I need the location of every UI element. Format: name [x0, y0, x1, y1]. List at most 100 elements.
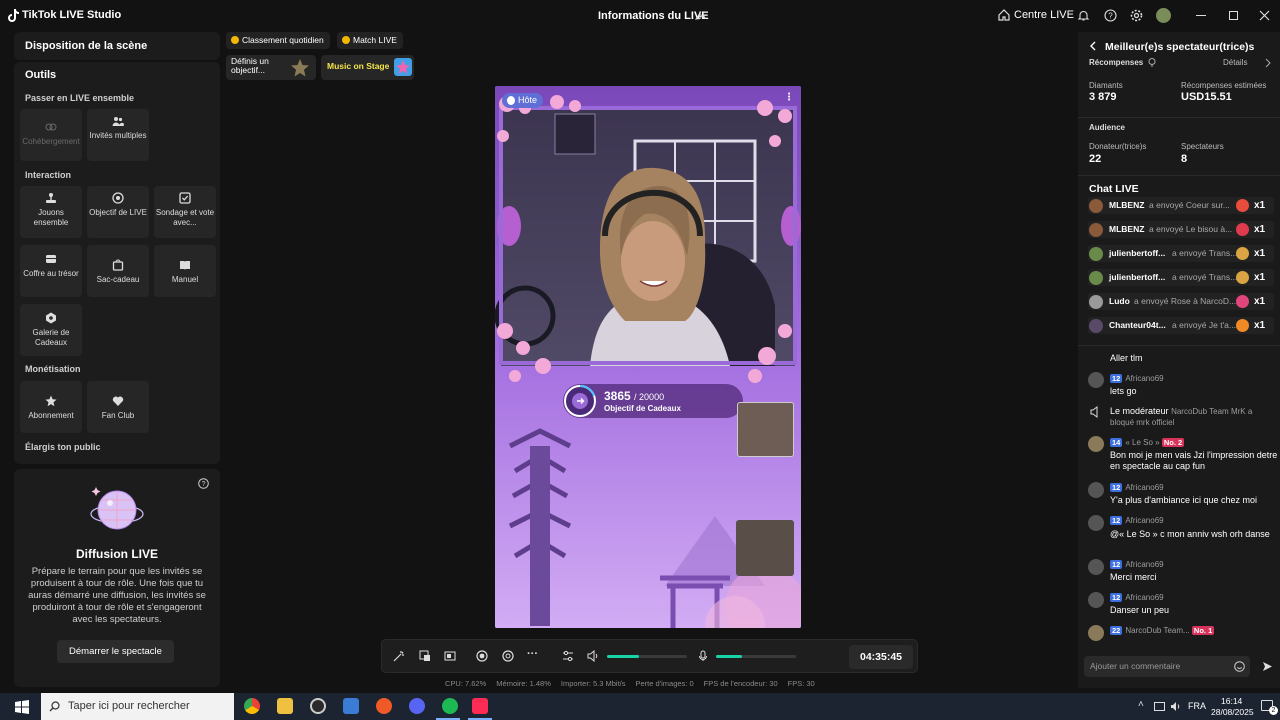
guest-video-2[interactable] — [736, 520, 794, 576]
more-icon[interactable]: ⋮ — [784, 92, 794, 103]
chat-username[interactable]: Africano69 — [1125, 593, 1163, 602]
details-link[interactable]: Détails — [1223, 58, 1247, 67]
volume-icon[interactable] — [1170, 701, 1181, 712]
avatar — [1089, 223, 1103, 237]
layout-icon[interactable] — [444, 650, 456, 662]
speaker-icon[interactable] — [587, 650, 599, 662]
obs-icon[interactable] — [310, 698, 326, 714]
stat-fps: FPS: 30 — [787, 679, 815, 688]
gift-user: MLBENZ — [1109, 200, 1145, 210]
gift-icon — [1236, 271, 1249, 284]
tool-fan-club-label: Fan Club — [101, 411, 135, 420]
chevron-right-icon[interactable] — [1265, 58, 1271, 68]
start-show-button[interactable]: Démarrer le spectacle — [57, 640, 174, 663]
help-icon[interactable]: ? — [198, 478, 209, 489]
tool-cohost[interactable]: Cohébergement — [20, 109, 82, 161]
store-icon[interactable] — [343, 698, 359, 714]
live-info-title[interactable]: Informations du LIVE — [598, 10, 709, 22]
more-options-icon[interactable]: ··· — [527, 648, 538, 660]
moderator-icon — [1090, 406, 1098, 418]
gift-goal-widget: 3865 / 20000 Objectif de Cadeaux — [563, 384, 743, 418]
right-panel: Meilleur(e)s spectateur(trice)s Récompen… — [1078, 32, 1280, 688]
trophy-icon — [291, 59, 309, 77]
chat-username[interactable]: Africano69 — [1125, 374, 1163, 383]
chat-message: Y'a plus d'ambiance ici que chez moi — [1110, 495, 1258, 505]
tiktok-studio-icon[interactable] — [472, 698, 488, 714]
tool-gift-bag[interactable]: Sac-cadeau — [87, 245, 149, 297]
windows-start-icon[interactable] — [15, 700, 29, 714]
record-icon[interactable] — [476, 650, 488, 662]
network-icon[interactable] — [1154, 702, 1165, 711]
effects-icon[interactable] — [419, 650, 431, 662]
volume-fill — [607, 655, 639, 658]
avatar[interactable] — [1156, 8, 1171, 23]
avatar — [1089, 271, 1103, 285]
rank-badge: No. 2 — [1161, 438, 1185, 447]
emoji-icon[interactable] — [1234, 661, 1245, 672]
minimize-icon[interactable] — [1196, 15, 1206, 16]
chat-username[interactable]: « Le So » — [1125, 438, 1159, 447]
settings-icon[interactable] — [1130, 9, 1143, 22]
daily-ranking-chip[interactable]: Classement quotidien — [226, 32, 330, 49]
send-icon[interactable] — [1262, 661, 1273, 672]
app-icon[interactable] — [376, 698, 392, 714]
maximize-icon[interactable] — [1229, 11, 1238, 20]
back-arrow-icon[interactable] — [1088, 41, 1098, 51]
tool-treasure[interactable]: Coffre au trésor — [20, 245, 82, 297]
tool-subscription-label: Abonnement — [28, 411, 74, 420]
chat-username[interactable]: Africano69 — [1125, 516, 1163, 525]
section-audience: Élargis ton public — [25, 442, 101, 452]
tray-chevron-icon[interactable]: ˄ — [1138, 699, 1144, 710]
microphone-icon[interactable] — [697, 650, 709, 662]
search-icon — [49, 701, 60, 712]
avatar — [1089, 199, 1103, 213]
divider — [1078, 175, 1280, 176]
chrome-icon[interactable] — [244, 698, 260, 714]
tool-fan-club[interactable]: Fan Club — [87, 381, 149, 433]
share-icon[interactable] — [694, 9, 706, 21]
comment-input[interactable]: Ajouter un commentaire — [1084, 656, 1250, 677]
level-badge: 12 — [1110, 516, 1123, 525]
language-indicator[interactable]: FRA — [1188, 701, 1206, 711]
goal-card-label: Définis un objectif... — [231, 56, 269, 75]
stream-preview[interactable]: Hôte ⋮ 3865 / 20000 Objectif de Cadeaux — [495, 86, 801, 628]
close-icon[interactable] — [1258, 9, 1271, 22]
chat-username[interactable]: NarcoDub Team... — [1125, 626, 1189, 635]
level-badge: 12 — [1110, 374, 1123, 383]
discord-icon[interactable] — [409, 698, 425, 714]
help-icon[interactable]: ? — [1104, 9, 1117, 22]
taskbar-search-input[interactable]: Taper ici pour rechercher — [41, 693, 234, 720]
scene-layout-panel[interactable]: Disposition de la scène — [14, 32, 220, 60]
clock-time[interactable]: 16:14 — [1221, 696, 1242, 706]
bell-icon[interactable] — [1077, 9, 1090, 22]
camera-icon[interactable] — [502, 650, 514, 662]
gift-icon — [1236, 247, 1249, 260]
tool-subscription[interactable]: Abonnement — [20, 381, 82, 433]
tool-poll[interactable]: Sondage et vote avec... — [154, 186, 216, 238]
spotify-icon[interactable] — [442, 698, 458, 714]
guest-video-1[interactable] — [737, 402, 794, 457]
sliders-icon[interactable] — [562, 650, 574, 662]
goal-card[interactable]: Définis un objectif... — [226, 55, 316, 80]
gift-count: x1 — [1254, 200, 1266, 211]
tool-multi-guests[interactable]: Invités multiples — [87, 109, 149, 161]
user-icon — [507, 96, 515, 105]
file-explorer-icon[interactable] — [277, 698, 293, 714]
volume-slider[interactable] — [607, 655, 687, 658]
chat-meta: 22 NarcoDub Team... No. 1 — [1110, 626, 1217, 635]
magic-wand-icon[interactable] — [393, 650, 405, 662]
live-center-button[interactable]: Centre LIVE — [998, 9, 1074, 21]
clock-date[interactable]: 28/08/2025 — [1211, 707, 1254, 717]
tool-gift-gallery[interactable]: Galerie de Cadeaux — [20, 304, 82, 356]
tool-play-together[interactable]: Jouons ensemble — [20, 186, 82, 238]
tool-manual[interactable]: Manuel — [154, 245, 216, 297]
tool-live-goal[interactable]: Objectif de LIVE — [87, 186, 149, 238]
mic-slider[interactable] — [716, 655, 796, 658]
avatar — [1089, 319, 1103, 333]
music-on-stage-card[interactable]: Music on Stage — [321, 55, 414, 80]
gift-count: x1 — [1254, 296, 1266, 307]
gift-count: x1 — [1254, 224, 1266, 235]
chat-username[interactable]: Africano69 — [1125, 560, 1163, 569]
match-live-chip[interactable]: Match LIVE — [337, 32, 403, 49]
chat-username[interactable]: Africano69 — [1125, 483, 1163, 492]
